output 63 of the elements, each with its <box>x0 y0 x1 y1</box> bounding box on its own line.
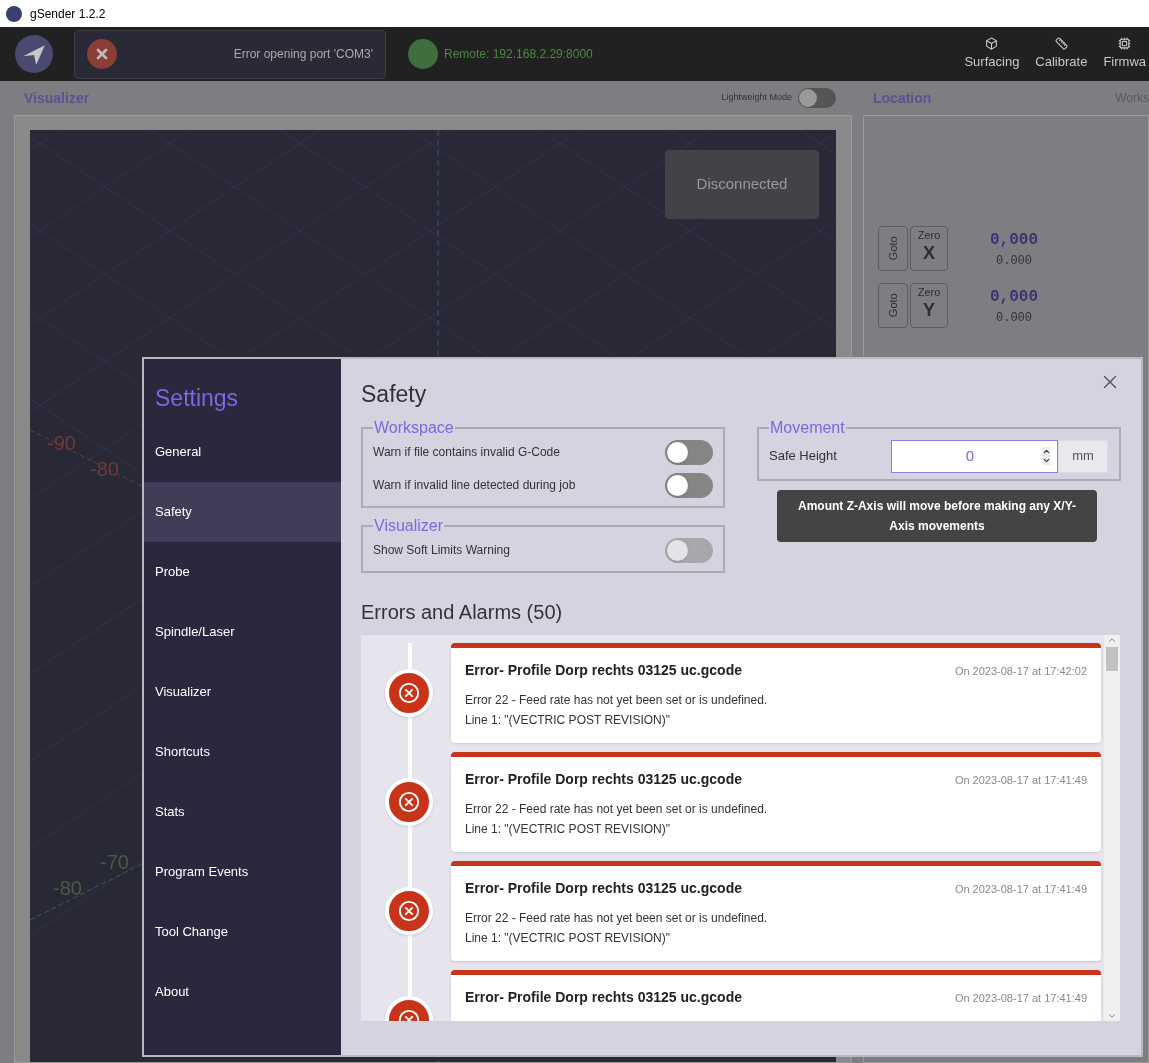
machine-value: 0.000 <box>996 252 1032 270</box>
error-title: Error- Profile Dorp rechts 03125 uc.gcode <box>465 878 742 898</box>
error-line: Line 1: "(VECTRIC POST REVISION)" <box>465 820 671 838</box>
axis-label: -80 <box>90 457 119 482</box>
group-title: Movement <box>769 417 846 438</box>
error-message: Error 22 - Feed rate has not yet been set or is undefined. <box>465 800 769 818</box>
unit-label: mm <box>1058 439 1108 473</box>
axis-value: 0,000 <box>990 286 1038 308</box>
notification-message: Error opening port 'COM3' <box>233 46 373 63</box>
sidebar-item[interactable]: Shortcuts <box>144 721 341 782</box>
nav-button[interactable]: Firmwa <box>1100 36 1149 72</box>
toggle-switch[interactable] <box>798 88 836 108</box>
setting-label: Safe Height <box>769 447 838 466</box>
error-date: On 2023-08-17 at 17:41:49 <box>954 990 1087 1006</box>
toggle-switch[interactable] <box>665 472 713 498</box>
page-title: Safety <box>361 380 427 409</box>
nav-button[interactable]: Calibrate <box>1032 36 1091 72</box>
window-title: gSender 1.2.2 <box>30 5 106 23</box>
error-icon <box>87 39 117 69</box>
group-title: Visualizer <box>373 515 445 536</box>
axis-value: 0,000 <box>990 229 1038 251</box>
sidebar-item[interactable]: About <box>144 961 341 1022</box>
sidebar-item[interactable]: Program Events <box>144 841 341 902</box>
section-title: Errors and Alarms (50) <box>361 599 564 625</box>
setting-label: Warn if invalid line detected during job <box>373 477 576 494</box>
error-message: Error 22 - Feed rate has not yet been set or is undefined. <box>465 691 769 709</box>
error-title: Error- Profile Dorp rechts 03125 uc.gcode <box>465 660 742 680</box>
nav-icon <box>985 36 999 50</box>
toggle-switch[interactable] <box>665 439 713 465</box>
spinner-icon <box>1042 447 1051 465</box>
error-date: On 2023-08-17 at 17:42:02 <box>954 663 1087 679</box>
sidebar-item[interactable]: General <box>144 421 341 482</box>
remote-icon <box>408 39 438 69</box>
number-input[interactable]: 0 <box>891 439 1058 473</box>
sidebar-item[interactable]: Tool Change <box>144 901 341 962</box>
logo-icon <box>15 35 53 73</box>
sidebar-item[interactable]: Stats <box>144 781 341 842</box>
setting-label: Show Soft Limits Warning <box>373 542 510 559</box>
setting-label: Warn if file contains invalid G-Code <box>373 444 560 461</box>
nav-button[interactable]: Surfacing <box>961 36 1023 72</box>
error-date: On 2023-08-17 at 17:41:49 <box>954 772 1087 788</box>
error-message: Error 22 - Feed rate has not yet been set or is undefined. <box>465 909 769 927</box>
machine-value: 0.000 <box>996 309 1032 327</box>
sidebar-item[interactable]: Safety <box>144 481 341 542</box>
error-title: Error- Profile Dorp rechts 03125 uc.gcode <box>465 769 742 789</box>
error-line: Line 1: "(VECTRIC POST REVISION)" <box>465 711 671 729</box>
sidebar-title: Settings <box>155 384 240 413</box>
scrollbar-thumb[interactable] <box>1106 646 1118 671</box>
error-title: Error- Profile Dorp rechts 03125 uc.gcode <box>465 987 742 1007</box>
axis-label: -90 <box>47 431 76 456</box>
sidebar-item[interactable]: Visualizer <box>144 661 341 722</box>
nav-icon <box>1054 36 1068 50</box>
toggle-label: Lightweight Mode <box>721 91 792 105</box>
sidebar-item[interactable]: Spindle/Laser <box>144 601 341 662</box>
nav-icon <box>1118 36 1132 50</box>
tooltip: Amount Z-Axis will move before making any X/Y-Axis movements <box>777 489 1097 542</box>
sidebar-item[interactable]: Probe <box>144 541 341 602</box>
error-line: Line 1: "(VECTRIC POST REVISION)" <box>465 929 671 947</box>
status-badge: Disconnected <box>665 150 819 219</box>
remote-address: Remote: 192.168.2.29:8000 <box>444 46 593 63</box>
app-logo-icon <box>6 5 22 22</box>
error-date: On 2023-08-17 at 17:41:49 <box>954 881 1087 897</box>
group-title: Workspace <box>373 417 455 438</box>
